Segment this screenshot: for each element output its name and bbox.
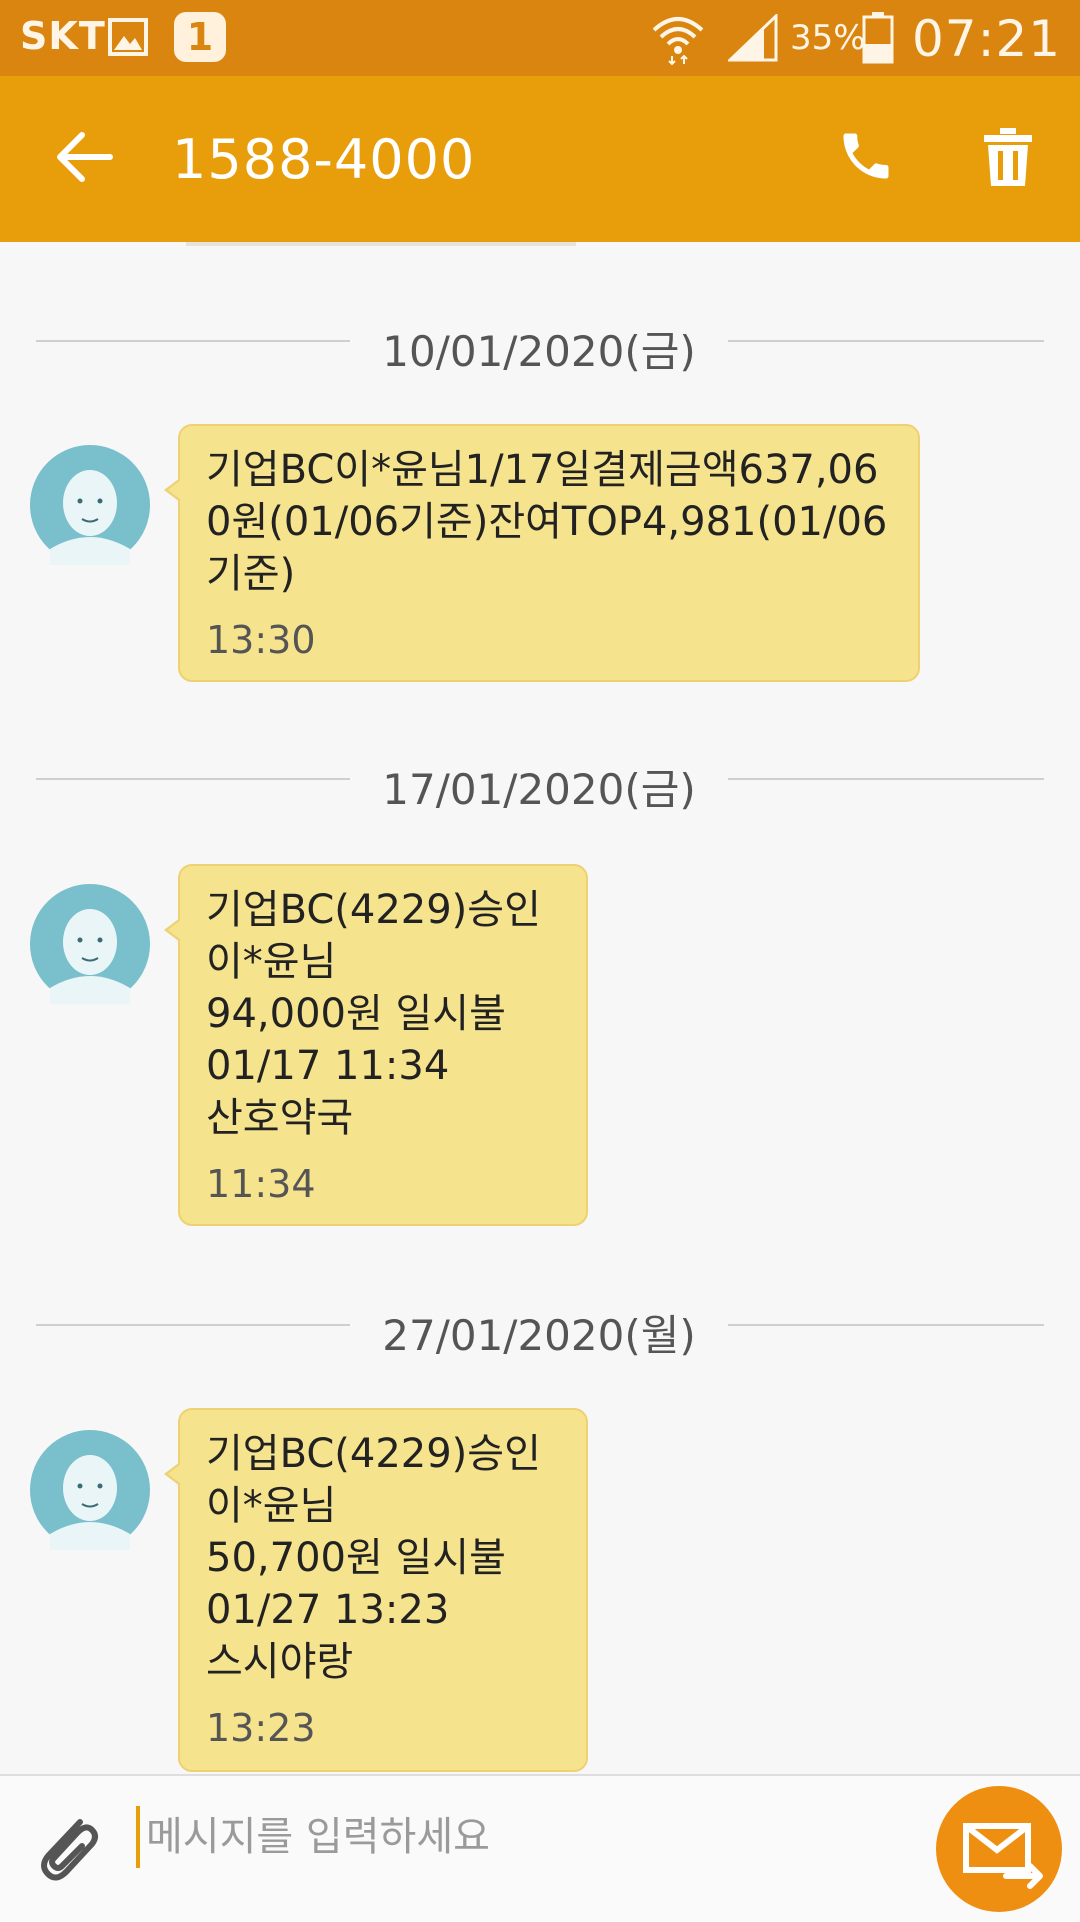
- date-label: 10/01/2020(금): [382, 327, 696, 376]
- contact-avatar-icon[interactable]: [30, 1430, 150, 1550]
- message-text: 기업BC(4229)승인 이*윤님 94,000원 일시불 01/17 11:3…: [206, 887, 541, 1141]
- message-time: 13:30: [206, 618, 316, 662]
- battery-percent: 35%: [790, 18, 866, 58]
- trash-icon[interactable]: [982, 126, 1034, 188]
- gallery-icon: [108, 18, 148, 56]
- message-bubble[interactable]: 기업BC이*윤님1/17일결제금액637,060원(01/06기준)잔여TOP4…: [164, 424, 920, 682]
- separator-line: [36, 1324, 350, 1326]
- message-text: 기업BC이*윤님1/17일결제금액637,060원(01/06기준)잔여TOP4…: [206, 447, 888, 597]
- conversation-title: 1588-4000: [172, 128, 476, 191]
- app-bar: 1588-4000: [0, 76, 1080, 242]
- phone-icon[interactable]: [836, 126, 896, 186]
- send-button[interactable]: [936, 1786, 1062, 1912]
- message-time: 13:23: [206, 1706, 316, 1750]
- message-time: 11:34: [206, 1162, 316, 1206]
- battery-icon: [862, 12, 894, 64]
- contact-avatar-icon[interactable]: [30, 884, 150, 1004]
- back-arrow-icon[interactable]: [52, 128, 118, 186]
- date-separator: 17/01/2020(금): [36, 754, 1044, 814]
- message-text: 기업BC(4229)승인 이*윤님 50,700원 일시불 01/27 13:2…: [206, 1431, 541, 1685]
- app-bar-shadow: [186, 242, 576, 246]
- separator-line: [728, 778, 1044, 780]
- contact-avatar-icon[interactable]: [30, 445, 150, 565]
- date-separator: 27/01/2020(월): [36, 1300, 1044, 1360]
- message-input[interactable]: [136, 1806, 908, 1868]
- separator-line: [728, 340, 1044, 342]
- separator-line: [728, 1324, 1044, 1326]
- signal-icon: [728, 14, 778, 62]
- wifi-icon: [652, 17, 704, 66]
- notification-badge: 1: [174, 12, 226, 62]
- status-clock: 07:21: [912, 10, 1062, 68]
- message-bubble[interactable]: 기업BC(4229)승인 이*윤님 94,000원 일시불 01/17 11:3…: [164, 864, 588, 1226]
- send-message-icon: [963, 1823, 1043, 1889]
- date-label: 27/01/2020(월): [382, 1311, 696, 1360]
- status-bar: SKT 1 35% 07:21: [0, 0, 1080, 76]
- date-separator: 10/01/2020(금): [36, 316, 1044, 376]
- paperclip-icon[interactable]: [30, 1808, 102, 1888]
- message-composer: [0, 1774, 1080, 1922]
- message-bubble[interactable]: 기업BC(4229)승인 이*윤님 50,700원 일시불 01/27 13:2…: [164, 1408, 588, 1772]
- separator-line: [36, 340, 350, 342]
- separator-line: [36, 778, 350, 780]
- date-label: 17/01/2020(금): [382, 765, 696, 814]
- carrier-label: SKT: [20, 14, 106, 58]
